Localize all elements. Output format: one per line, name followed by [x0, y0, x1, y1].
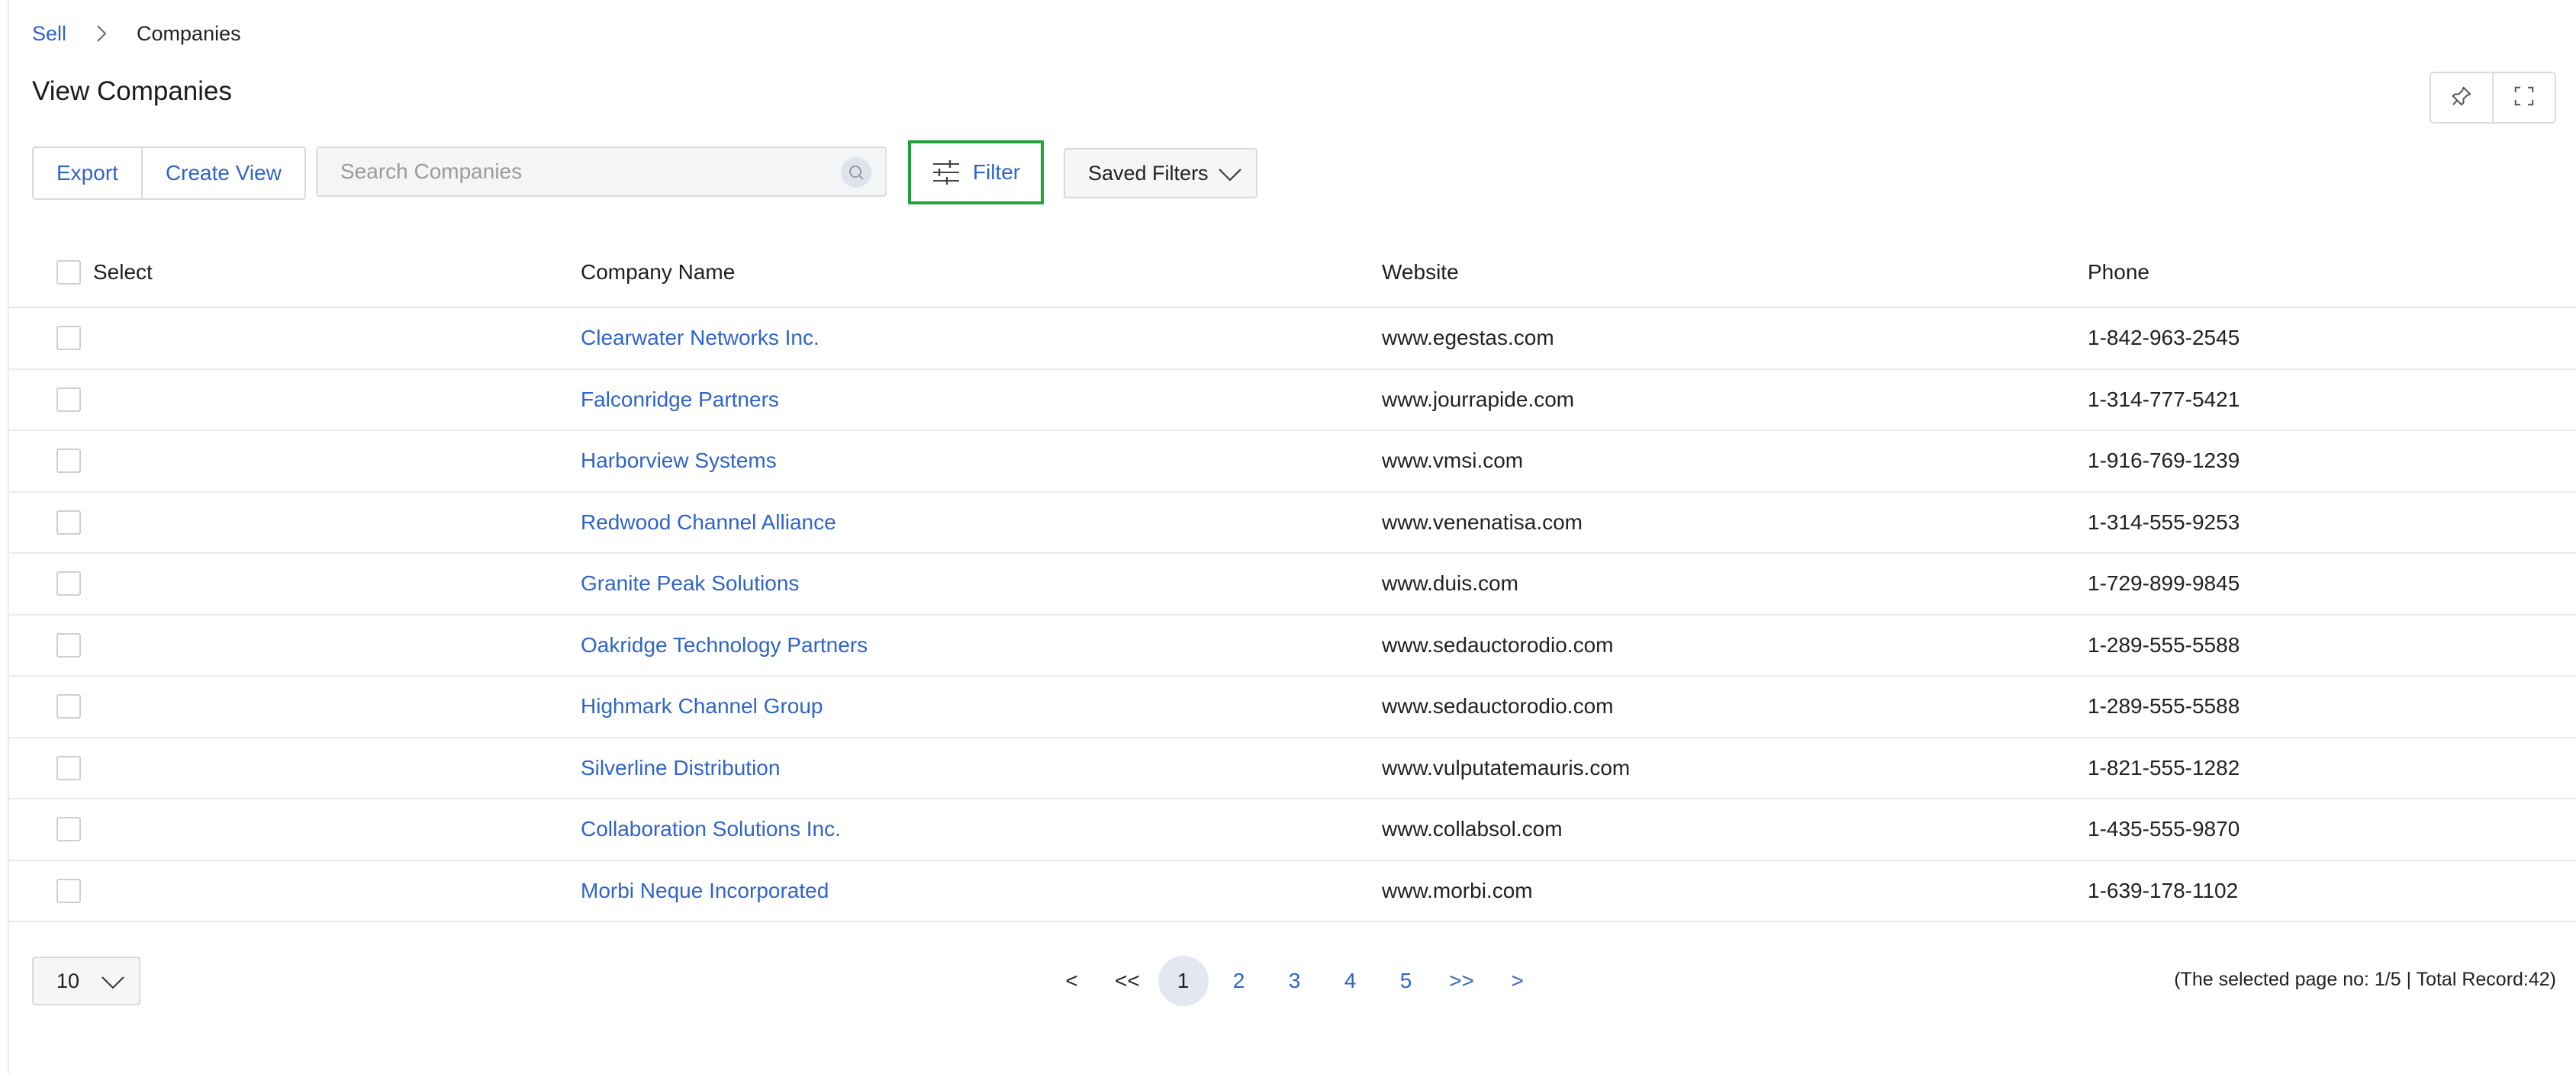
page-title: View Companies — [32, 76, 232, 106]
last-page-button[interactable]: >> — [1434, 957, 1489, 1005]
phone-cell: 1-842-963-2545 — [2088, 326, 2240, 350]
table-row: Oakridge Technology Partners www.sedauct… — [9, 616, 2576, 677]
website-cell: www.sedauctorodio.com — [1382, 632, 1614, 657]
website-cell: www.duis.com — [1382, 571, 1518, 596]
chevron-right-icon — [89, 21, 114, 46]
phone-cell: 1-916-769-1239 — [2088, 449, 2240, 473]
website-cell: www.morbi.com — [1382, 878, 1533, 902]
row-checkbox[interactable] — [56, 694, 81, 719]
phone-cell: 1-289-555-5588 — [2088, 632, 2240, 657]
header-website[interactable]: Website — [1382, 260, 1459, 285]
row-checkbox[interactable] — [56, 632, 81, 658]
page-button-4[interactable]: 4 — [1322, 957, 1378, 1005]
phone-cell: 1-289-555-5588 — [2088, 694, 2240, 719]
header-phone[interactable]: Phone — [2088, 260, 2149, 285]
row-checkbox[interactable] — [56, 387, 81, 412]
page-number: 1 — [1158, 956, 1209, 1006]
company-name-link[interactable]: Morbi Neque Incorporated — [581, 879, 829, 903]
header-select: Select — [93, 260, 153, 284]
company-name-link[interactable]: Granite Peak Solutions — [581, 571, 799, 596]
company-name-link[interactable]: Falconridge Partners — [581, 387, 779, 412]
table-row: Clearwater Networks Inc. www.egestas.com… — [9, 308, 2576, 370]
sliders-icon — [932, 159, 961, 185]
table-row: Falconridge Partners www.jourrapide.com … — [9, 370, 2576, 431]
table-row: Highmark Channel Group www.sedauctorodio… — [9, 677, 2576, 738]
phone-cell: 1-639-178-1102 — [2088, 878, 2239, 902]
page-button-3[interactable]: 3 — [1267, 957, 1322, 1005]
website-cell: www.sedauctorodio.com — [1382, 694, 1614, 719]
page-button-5[interactable]: 5 — [1378, 957, 1434, 1005]
table-row: Silverline Distribution www.vulputatemau… — [9, 738, 2576, 799]
pin-button[interactable] — [2431, 73, 2492, 122]
fullscreen-button[interactable] — [2492, 73, 2555, 122]
company-name-link[interactable]: Oakridge Technology Partners — [581, 633, 868, 658]
view-tools — [2429, 72, 2556, 124]
header-company-name[interactable]: Company Name — [581, 260, 735, 285]
page-size-select[interactable]: 10 — [32, 957, 140, 1005]
breadcrumb: Sell Companies — [32, 21, 241, 46]
select-all-checkbox[interactable] — [56, 260, 81, 285]
pin-icon — [2450, 85, 2473, 111]
website-cell: www.vmsi.com — [1382, 449, 1524, 473]
page-button-1[interactable]: 1 — [1155, 956, 1211, 1006]
phone-cell: 1-314-555-9253 — [2088, 510, 2240, 534]
companies-table: Select Company Name Website Phone Clearw… — [9, 238, 2576, 922]
website-cell: www.egestas.com — [1382, 326, 1554, 350]
row-checkbox[interactable] — [56, 817, 81, 842]
table-row: Granite Peak Solutions www.duis.com 1-72… — [9, 554, 2576, 616]
breadcrumb-current: Companies — [137, 21, 241, 45]
filter-button[interactable]: Filter — [908, 140, 1044, 204]
search-icon[interactable] — [841, 157, 871, 188]
row-checkbox[interactable] — [56, 571, 81, 596]
phone-cell: 1-314-777-5421 — [2088, 387, 2240, 411]
next-page-button[interactable]: > — [1489, 957, 1545, 1005]
phone-cell: 1-821-555-1282 — [2088, 755, 2240, 780]
export-button[interactable]: Export — [34, 148, 141, 198]
company-name-link[interactable]: Redwood Channel Alliance — [581, 510, 836, 535]
first-page-button[interactable]: << — [1100, 957, 1155, 1005]
saved-filters-dropdown[interactable]: Saved Filters — [1064, 148, 1257, 198]
company-name-link[interactable]: Silverline Distribution — [581, 756, 780, 780]
company-name-link[interactable]: Collaboration Solutions Inc. — [581, 817, 841, 841]
website-cell: www.venenatisa.com — [1382, 510, 1583, 534]
pagination: < << 1 2 3 4 5 >> > — [1044, 956, 1545, 1006]
table-row: Collaboration Solutions Inc. www.collabs… — [9, 799, 2576, 861]
export-view-group: Export Create View — [32, 146, 306, 200]
table-footer: 10 < << 1 2 3 4 5 >> > (The selected pag… — [0, 956, 2576, 1006]
prev-page-button[interactable]: < — [1044, 957, 1100, 1005]
row-checkbox[interactable] — [56, 878, 81, 903]
breadcrumb-sell-link[interactable]: Sell — [32, 22, 66, 46]
website-cell: www.vulputatemauris.com — [1382, 755, 1631, 780]
company-name-link[interactable]: Clearwater Networks Inc. — [581, 326, 819, 350]
row-checkbox[interactable] — [56, 755, 81, 780]
phone-cell: 1-435-555-9870 — [2088, 817, 2240, 841]
saved-filters-label: Saved Filters — [1088, 161, 1209, 185]
filter-label: Filter — [972, 160, 1021, 184]
page-size-value: 10 — [56, 969, 80, 992]
chevron-down-icon — [101, 971, 125, 998]
website-cell: www.collabsol.com — [1382, 817, 1563, 841]
table-row: Morbi Neque Incorporated www.morbi.com 1… — [9, 861, 2576, 922]
fullscreen-icon — [2513, 85, 2536, 111]
row-checkbox[interactable] — [56, 510, 81, 535]
page-info: (The selected page no: 1/5 | Total Recor… — [2174, 969, 2556, 990]
row-checkbox[interactable] — [56, 449, 81, 474]
table-row: Redwood Channel Alliance www.venenatisa.… — [9, 493, 2576, 554]
table-header: Select Company Name Website Phone — [9, 238, 2576, 308]
search-box — [316, 146, 887, 197]
company-name-link[interactable]: Highmark Channel Group — [581, 694, 823, 719]
website-cell: www.jourrapide.com — [1382, 387, 1575, 411]
action-toolbar: Export Create View — [32, 146, 306, 200]
create-view-button[interactable]: Create View — [140, 148, 304, 198]
row-checkbox[interactable] — [56, 326, 81, 351]
phone-cell: 1-729-899-9845 — [2088, 571, 2240, 596]
table-row: Harborview Systems www.vmsi.com 1-916-76… — [9, 431, 2576, 493]
search-input[interactable] — [317, 159, 830, 185]
chevron-down-icon — [1218, 163, 1242, 190]
company-name-link[interactable]: Harborview Systems — [581, 449, 777, 473]
page-button-2[interactable]: 2 — [1211, 957, 1267, 1005]
